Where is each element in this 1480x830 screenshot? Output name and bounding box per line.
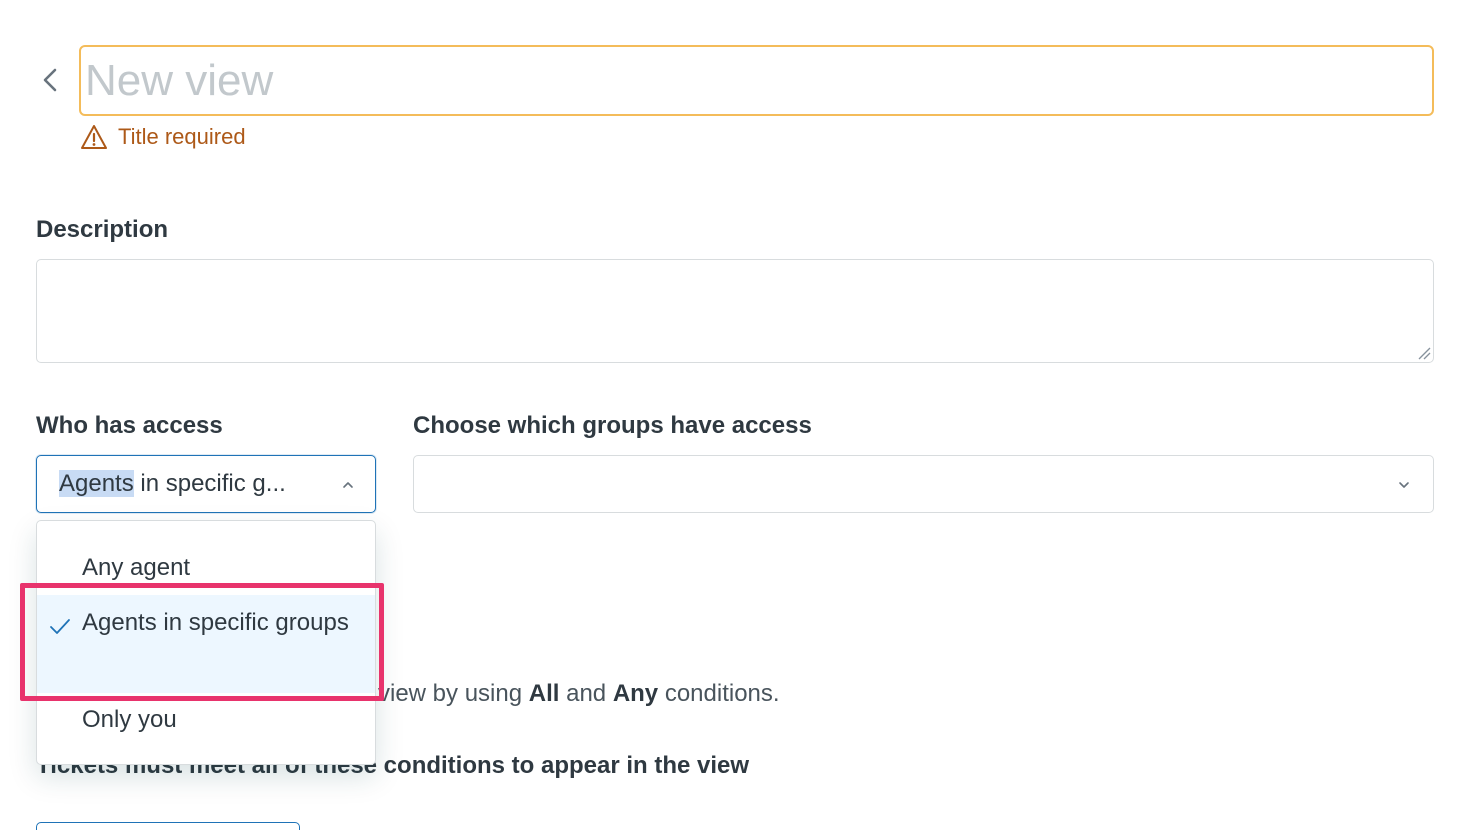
description-label: Description [36,216,169,243]
hint-all: All [528,680,560,707]
hint-any: Any [612,680,659,707]
conditions-hint-text: view by using All and Any conditions. [378,680,780,708]
back-button[interactable] [34,62,66,98]
groups-access-select[interactable] [413,455,1434,513]
hint-suffix: conditions. [658,680,780,707]
view-title-input[interactable] [79,45,1434,116]
chevron-left-icon [43,68,57,92]
option-label: Any agent [82,554,191,581]
option-agents-in-specific-groups[interactable]: Agents in specific groups [37,595,375,693]
hint-and: and [559,680,613,707]
option-any-agent[interactable]: Any agent [37,545,375,595]
chevron-up-icon [343,482,353,488]
new-view-form: Title required Description Who has acces… [0,0,1480,830]
option-only-you[interactable]: Only you [37,693,375,743]
who-has-access-select[interactable]: Agents in specific g... [36,455,376,513]
groups-access-label: Choose which groups have access [413,412,812,439]
access-selected-highlight: Agents [59,470,134,497]
access-selected-value: Agents in specific g... [59,470,286,498]
title-validation-message: Title required [80,122,246,152]
resize-handle-icon[interactable] [1415,344,1431,360]
access-selected-rest: in specific g... [133,470,286,497]
validation-text: Title required [118,124,246,149]
who-has-access-label: Who has access [36,412,223,439]
check-icon [50,619,70,634]
access-options-menu: Any agent Agents in specific groups Only… [36,520,376,765]
option-label: Only you [82,706,177,733]
description-textarea[interactable] [36,259,1434,363]
add-condition-button[interactable] [36,822,300,830]
warning-triangle-icon [81,125,107,149]
chevron-down-icon [1399,482,1409,488]
hint-prefix: view by using [378,680,529,707]
option-label: Agents in specific groups [82,609,349,636]
